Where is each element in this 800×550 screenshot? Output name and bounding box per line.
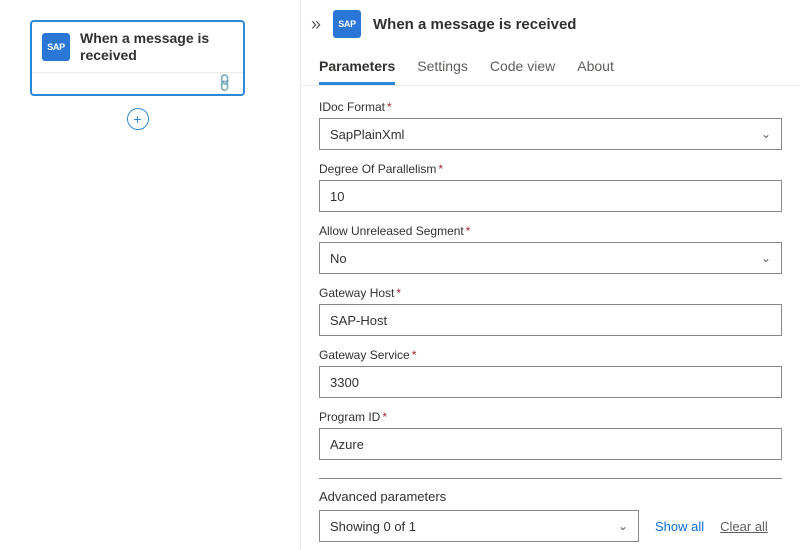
label-allow-unreleased: Allow Unreleased Segment* — [319, 224, 782, 238]
trigger-node-header: SAP When a message is received — [32, 22, 243, 72]
label-text: Allow Unreleased Segment — [319, 224, 464, 238]
show-all-link[interactable]: Show all — [655, 519, 704, 534]
input-gateway-service[interactable] — [319, 366, 782, 398]
field-allow-unreleased: Allow Unreleased Segment* No ⌄ — [319, 224, 782, 274]
label-text: Degree Of Parallelism — [319, 162, 436, 176]
workflow-canvas: SAP When a message is received 🔗 + — [0, 0, 300, 550]
panel-tabs: Parameters Settings Code view About — [301, 46, 800, 86]
details-panel: » SAP When a message is received Paramet… — [300, 0, 800, 550]
input-program-id[interactable] — [319, 428, 782, 460]
advanced-parameters-select[interactable]: Showing 0 of 1 ⌄ — [319, 510, 639, 542]
advanced-controls-row: Showing 0 of 1 ⌄ Show all Clear all — [319, 510, 782, 542]
input-parallelism[interactable] — [319, 180, 782, 212]
trigger-node-card[interactable]: SAP When a message is received 🔗 — [30, 20, 245, 96]
chevron-down-icon: ⌄ — [618, 519, 628, 533]
label-text: Gateway Service — [319, 348, 410, 362]
panel-title: When a message is received — [373, 16, 576, 33]
required-marker: * — [412, 348, 417, 362]
label-idoc-format: IDoc Format* — [319, 100, 782, 114]
collapse-panel-button[interactable]: » — [307, 14, 325, 35]
label-text: Program ID — [319, 410, 380, 424]
label-text: IDoc Format — [319, 100, 385, 114]
label-text: Gateway Host — [319, 286, 394, 300]
panel-header: » SAP When a message is received — [301, 0, 800, 44]
tab-parameters[interactable]: Parameters — [319, 50, 395, 85]
required-marker: * — [382, 410, 387, 424]
label-program-id: Program ID* — [319, 410, 782, 424]
field-parallelism: Degree Of Parallelism* — [319, 162, 782, 212]
clear-all-link[interactable]: Clear all — [720, 519, 768, 534]
select-value: No — [330, 251, 347, 266]
advanced-heading: Advanced parameters — [319, 489, 782, 504]
trigger-node-title: When a message is received — [80, 30, 233, 64]
tab-settings[interactable]: Settings — [417, 50, 468, 85]
sap-icon: SAP — [333, 10, 361, 38]
required-marker: * — [387, 100, 392, 114]
trigger-node-footer: 🔗 — [32, 72, 243, 94]
required-marker: * — [438, 162, 443, 176]
chevron-down-icon: ⌄ — [761, 251, 771, 265]
field-program-id: Program ID* — [319, 410, 782, 460]
required-marker: * — [396, 286, 401, 300]
connection-icon: 🔗 — [214, 72, 237, 95]
input-gateway-host[interactable] — [319, 304, 782, 336]
select-value: Showing 0 of 1 — [330, 519, 416, 534]
field-gateway-service: Gateway Service* — [319, 348, 782, 398]
select-value: SapPlainXml — [330, 127, 404, 142]
sap-icon: SAP — [42, 33, 70, 61]
tab-code-view[interactable]: Code view — [490, 50, 555, 85]
advanced-parameters-section: Advanced parameters Showing 0 of 1 ⌄ Sho… — [319, 478, 782, 542]
field-idoc-format: IDoc Format* SapPlainXml ⌄ — [319, 100, 782, 150]
tab-about[interactable]: About — [577, 50, 614, 85]
select-idoc-format[interactable]: SapPlainXml ⌄ — [319, 118, 782, 150]
field-gateway-host: Gateway Host* — [319, 286, 782, 336]
label-gateway-host: Gateway Host* — [319, 286, 782, 300]
label-gateway-service: Gateway Service* — [319, 348, 782, 362]
label-parallelism: Degree Of Parallelism* — [319, 162, 782, 176]
chevron-down-icon: ⌄ — [761, 127, 771, 141]
parameters-form: IDoc Format* SapPlainXml ⌄ Degree Of Par… — [301, 86, 800, 550]
add-step-button[interactable]: + — [127, 108, 149, 130]
add-step-wrapper: + — [30, 108, 245, 130]
select-allow-unreleased[interactable]: No ⌄ — [319, 242, 782, 274]
required-marker: * — [466, 224, 471, 238]
